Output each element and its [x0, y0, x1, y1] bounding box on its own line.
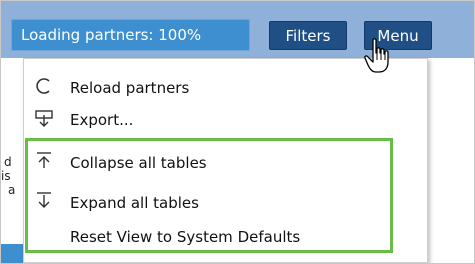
app-frame: Loading partners: 100% Filters Menu d is… — [0, 0, 475, 264]
background-text: a — [8, 183, 16, 197]
menu-item-export[interactable]: Export... — [24, 105, 427, 135]
hand-cursor-icon — [363, 38, 395, 76]
top-toolbar: Loading partners: 100% Filters Menu — [1, 1, 474, 58]
background-bar — [1, 244, 25, 263]
menu-item-label: Export... — [70, 111, 134, 129]
menu-item-reload-partners[interactable]: Reload partners — [24, 73, 427, 103]
menu-item-label: Reload partners — [70, 79, 190, 97]
highlight-box — [25, 138, 393, 253]
background-text: is — [1, 169, 11, 183]
background-text: d — [4, 155, 12, 169]
loading-status: Loading partners: 100% — [11, 19, 250, 51]
background-panel: d is a — [1, 58, 24, 263]
reload-icon — [34, 75, 54, 97]
export-icon — [34, 107, 54, 129]
filters-button[interactable]: Filters — [269, 21, 347, 50]
